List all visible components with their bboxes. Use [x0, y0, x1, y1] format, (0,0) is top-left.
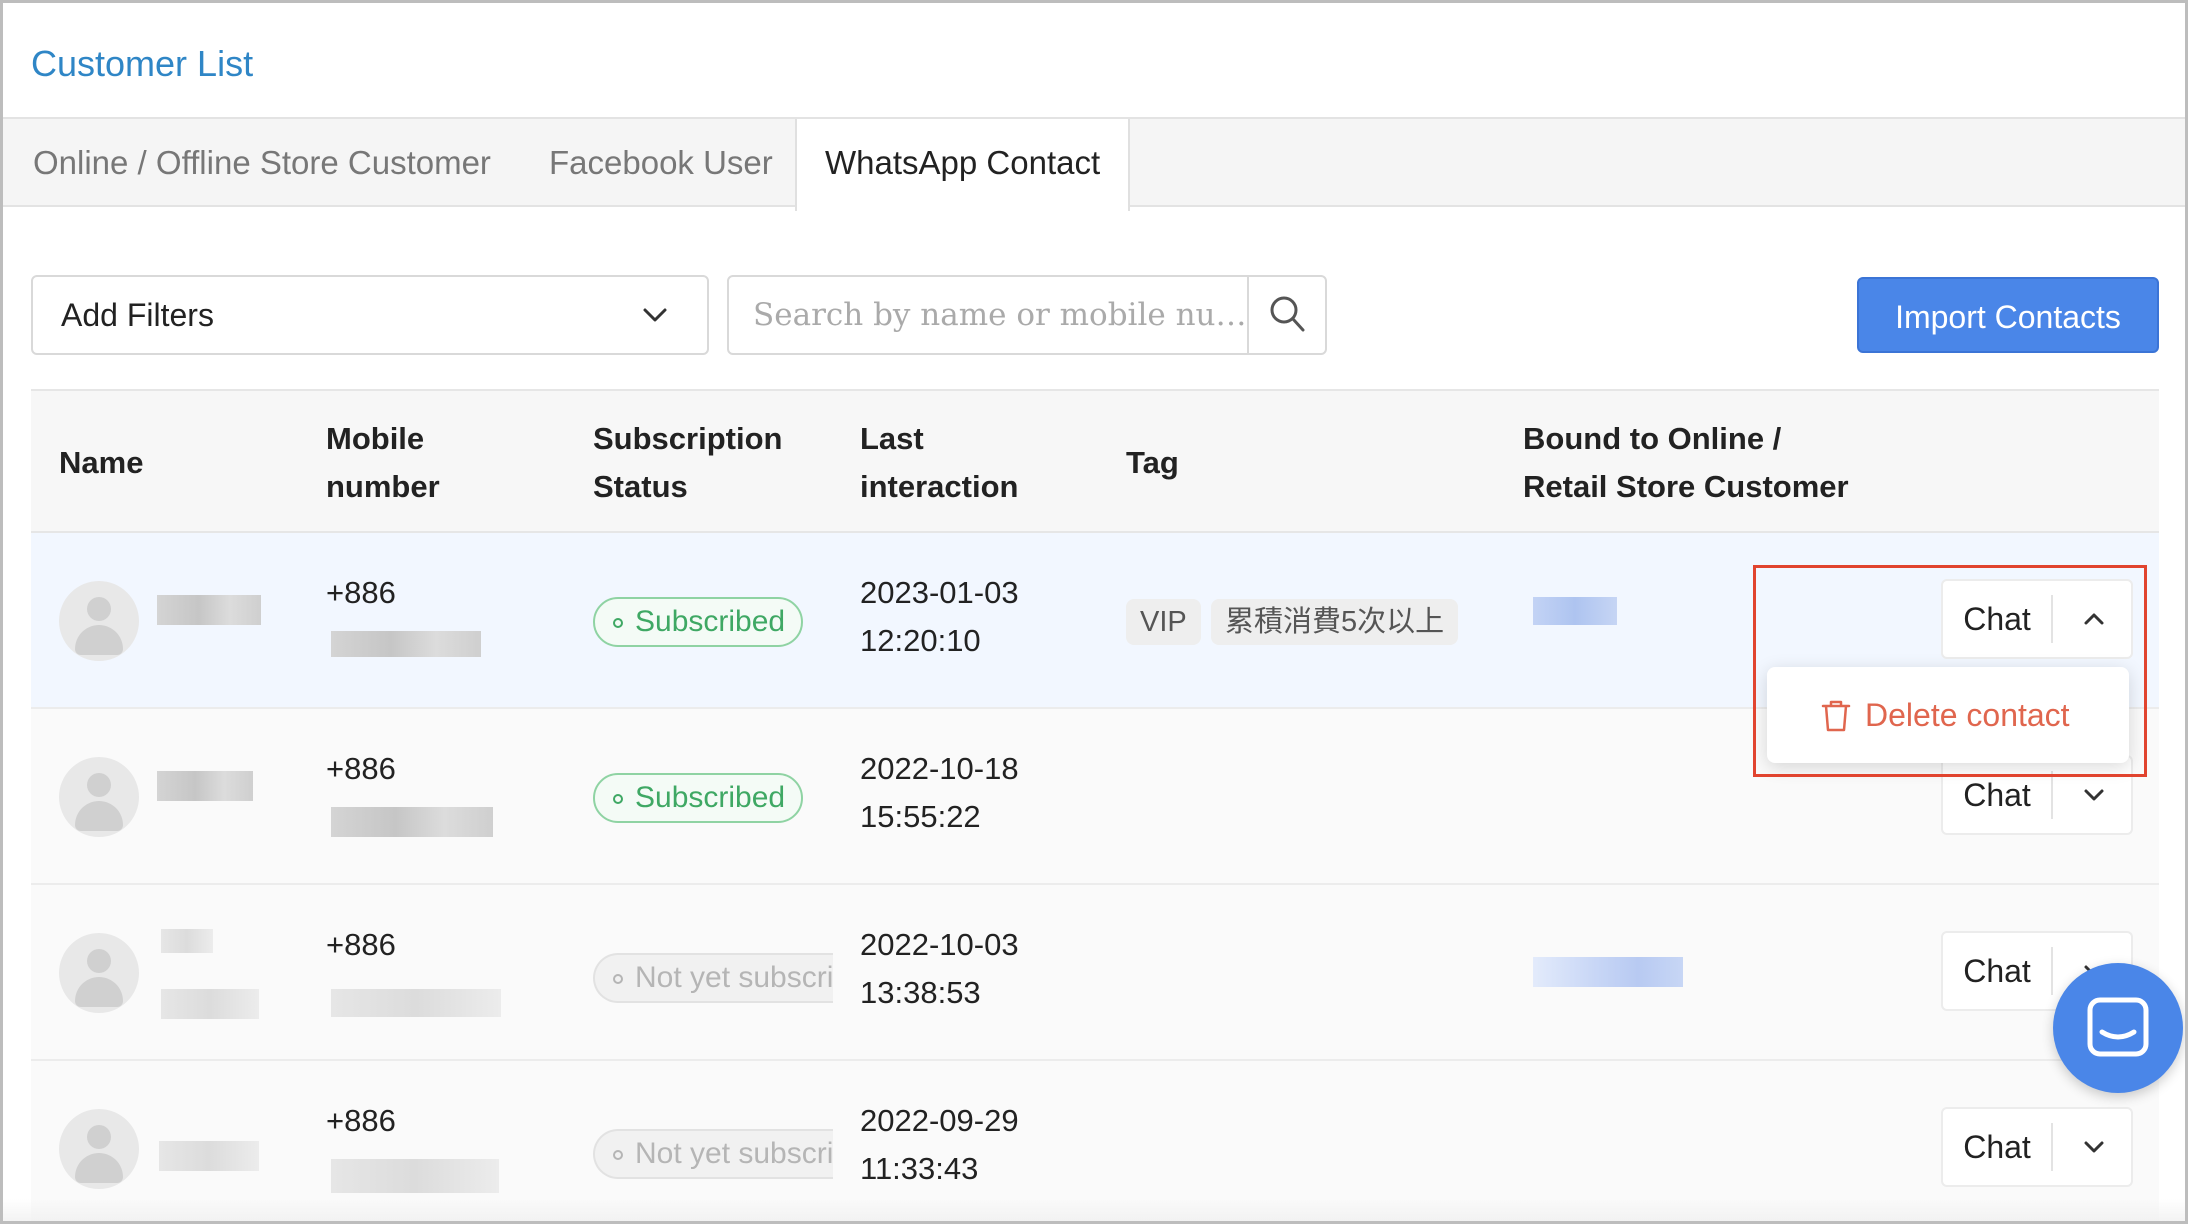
redacted-name	[159, 1141, 259, 1171]
mobile-prefix: +886	[326, 1103, 396, 1138]
last-interaction-time: 11:33:43	[860, 1151, 979, 1186]
search-icon	[1270, 296, 1305, 332]
row-actions-toggle[interactable]	[2053, 1109, 2133, 1185]
page-title: Customer List	[31, 43, 254, 84]
tab-whatsapp-contact[interactable]: WhatsApp Contact	[795, 119, 1131, 211]
user-avatar-icon	[59, 933, 139, 1013]
chevron-down-icon	[643, 308, 667, 322]
tag-chip: VIP	[1126, 599, 1201, 645]
customer-list-window: Customer List Online / Offline Store Cus…	[0, 0, 2188, 1224]
column-header-bound-line1: Bound to Online /	[1523, 421, 1782, 456]
chat-button[interactable]: Chat	[1943, 933, 2051, 1009]
tag-chip: 累積消費5次以上	[1211, 599, 1459, 645]
redacted-name	[157, 771, 253, 801]
scroll-fade	[3, 1199, 2185, 1221]
import-contacts-button[interactable]: Import Contacts	[1857, 277, 2159, 353]
column-header-mobile-line2: number	[326, 469, 440, 504]
chat-bubble-icon	[2087, 997, 2149, 1057]
redacted-bound-customer	[1533, 597, 1617, 625]
tab-online-offline-store-customer[interactable]: Online / Offline Store Customer	[5, 119, 519, 207]
search-bar	[727, 275, 1327, 355]
table-header: Name Mobile number Subscription Status L…	[31, 389, 2159, 533]
redacted-bound-customer	[1533, 957, 1683, 987]
last-interaction-time: 13:38:53	[860, 975, 981, 1010]
chevron-down-icon	[2084, 1141, 2104, 1153]
redacted-name	[157, 595, 261, 625]
last-interaction-date: 2022-10-03	[860, 927, 1019, 962]
redacted-mobile	[331, 631, 481, 657]
subscription-badge: Not yet subscribed	[593, 953, 833, 1003]
user-avatar-icon	[59, 757, 139, 837]
redacted-mobile	[331, 989, 501, 1017]
redacted-mobile	[331, 807, 493, 837]
table-row[interactable]: +886 Not yet subscribed 2022-10-03 13:38…	[31, 885, 2159, 1061]
column-header-bound-line2: Retail Store Customer	[1523, 469, 1849, 504]
last-interaction-date: 2023-01-03	[860, 575, 1019, 610]
column-header-name: Name	[59, 445, 144, 480]
subscription-badge: Subscribed	[593, 597, 803, 647]
add-filters-label: Add Filters	[61, 297, 214, 333]
chat-button[interactable]: Chat	[1943, 1109, 2051, 1185]
chevron-down-icon	[2084, 789, 2104, 801]
redacted-name	[161, 929, 213, 953]
column-header-mobile-line1: Mobile	[326, 421, 425, 456]
column-header-subscription-line2: Status	[593, 469, 688, 504]
chat-button-group: Chat	[1941, 1107, 2133, 1187]
chat-widget-launcher[interactable]	[2053, 963, 2183, 1093]
subscription-badge: Subscribed	[593, 773, 803, 823]
column-header-last-interaction: Last interaction	[860, 415, 1018, 511]
user-avatar-icon	[59, 581, 139, 661]
last-interaction-date: 2022-10-18	[860, 751, 1019, 786]
subscription-badge: Not yet subscribed	[593, 1129, 833, 1179]
mobile-prefix: +886	[326, 751, 396, 786]
column-header-subscription: Subscription Status	[593, 415, 782, 511]
highlight-annotation-box	[1753, 565, 2147, 777]
tab-bar: Online / Offline Store Customer Facebook…	[3, 117, 2185, 211]
column-header-mobile: Mobile number	[326, 415, 440, 511]
column-header-subscription-line1: Subscription	[593, 421, 783, 456]
column-header-bound: Bound to Online / Retail Store Customer	[1523, 415, 1849, 511]
tab-facebook-user[interactable]: Facebook User	[521, 119, 801, 207]
mobile-prefix: +886	[326, 575, 396, 610]
mobile-prefix: +886	[326, 927, 396, 962]
add-filters-dropdown[interactable]: Add Filters	[31, 275, 709, 355]
column-header-last-line1: Last	[860, 421, 924, 456]
user-avatar-icon	[59, 1109, 139, 1189]
last-interaction-time: 15:55:22	[860, 799, 981, 834]
search-button[interactable]	[1247, 277, 1325, 353]
last-interaction-date: 2022-09-29	[860, 1103, 1019, 1138]
redacted-mobile	[331, 1159, 499, 1193]
column-header-tag: Tag	[1126, 445, 1179, 480]
redacted-name	[161, 989, 259, 1019]
column-header-last-line2: interaction	[860, 469, 1019, 504]
last-interaction-time: 12:20:10	[860, 623, 981, 658]
search-input[interactable]	[729, 277, 1249, 353]
